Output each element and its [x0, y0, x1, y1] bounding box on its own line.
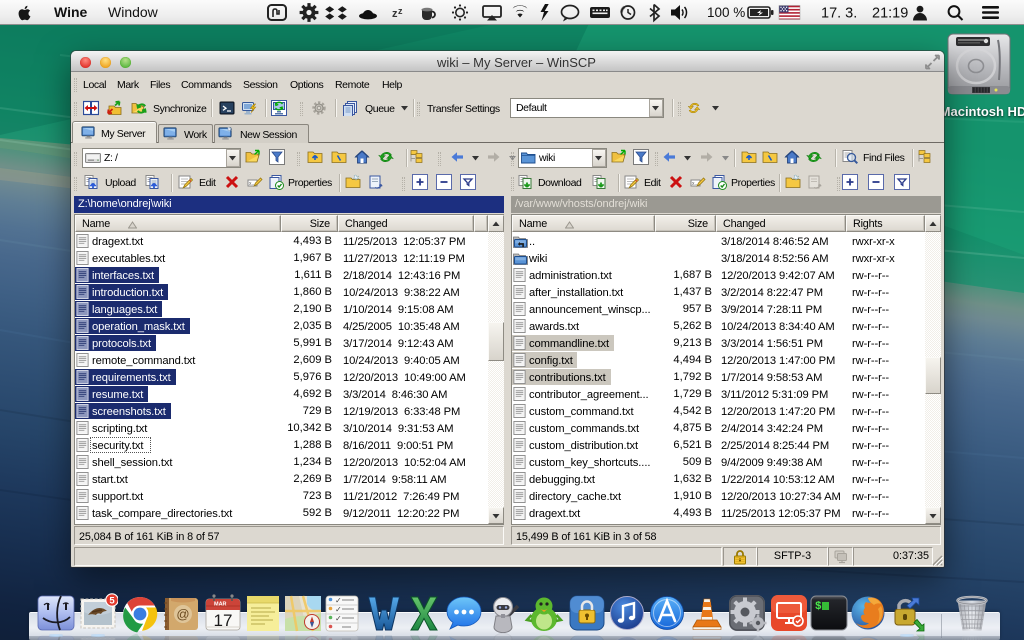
svg-text:x..: x.. [692, 181, 697, 187]
svg-text:@: @ [176, 607, 189, 622]
svg-text:100 %: 100 % [707, 5, 745, 20]
svg-text:✓: ✓ [335, 614, 342, 623]
svg-text:5: 5 [109, 596, 115, 607]
svg-text:z: z [398, 6, 403, 16]
svg-text:MAR: MAR [214, 602, 227, 608]
svg-text:21:19: 21:19 [872, 6, 908, 22]
svg-text:✓: ✓ [335, 605, 342, 614]
svg-text:$: $ [815, 601, 822, 613]
svg-text:17. 3.: 17. 3. [821, 6, 857, 22]
svg-text:✓: ✓ [335, 596, 342, 605]
svg-text:x..: x.. [249, 181, 254, 187]
